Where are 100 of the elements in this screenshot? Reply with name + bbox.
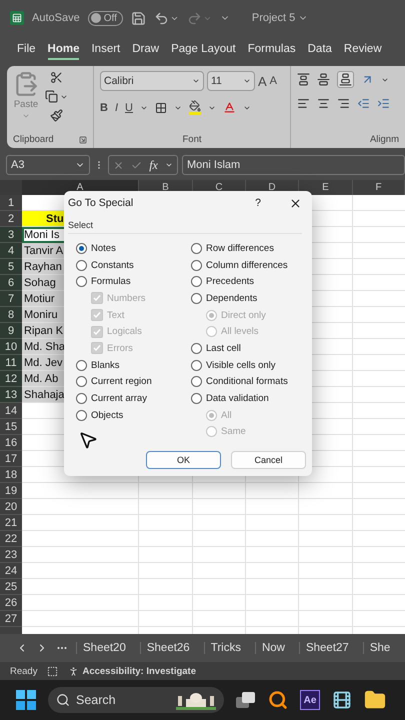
align-top-icon[interactable]: [297, 73, 310, 86]
font-size-dropdown[interactable]: 11: [207, 71, 255, 91]
help-button[interactable]: ?: [255, 197, 261, 209]
radio-button[interactable]: [76, 276, 87, 288]
row-header[interactable]: 5: [0, 259, 22, 275]
increase-indent-icon[interactable]: [377, 97, 390, 110]
format-painter-icon[interactable]: [50, 109, 63, 122]
row-header[interactable]: 11: [0, 355, 22, 371]
row-header[interactable]: 19: [0, 483, 22, 499]
ribbon-tab[interactable]: Data: [308, 40, 332, 60]
radio-button[interactable]: [191, 360, 202, 371]
row-header[interactable]: 21: [0, 515, 22, 531]
cut-icon[interactable]: [50, 71, 63, 84]
insert-function-button[interactable]: fx: [149, 158, 158, 172]
radio-button[interactable]: [76, 410, 87, 421]
font-name-dropdown[interactable]: Calibri: [100, 71, 204, 91]
column-header[interactable]: F: [353, 180, 405, 195]
row-header[interactable]: 10: [0, 339, 22, 355]
radio-button[interactable]: [76, 376, 87, 388]
bold-button[interactable]: B: [100, 102, 108, 114]
row-header[interactable]: 27: [0, 611, 22, 627]
close-icon[interactable]: [289, 196, 302, 210]
align-left-icon[interactable]: [297, 97, 310, 110]
row-header[interactable]: 24: [0, 563, 22, 579]
task-view-icon[interactable]: [236, 692, 256, 708]
ribbon-tab[interactable]: File: [17, 40, 36, 60]
align-center-icon[interactable]: [317, 97, 330, 110]
ribbon-tab[interactable]: Home: [48, 40, 80, 60]
film-icon[interactable]: [332, 690, 352, 710]
sheet-tab[interactable]: Sheet27: [298, 642, 355, 654]
borders-icon[interactable]: [154, 102, 167, 114]
row-header[interactable]: 3: [0, 227, 22, 243]
sheet-tab[interactable]: Now: [254, 642, 291, 654]
row-header[interactable]: 23: [0, 547, 22, 563]
search-field[interactable]: Search: [48, 687, 224, 713]
radio-button[interactable]: [191, 393, 202, 404]
underline-button[interactable]: U: [125, 102, 133, 114]
accessibility-status[interactable]: Accessibility: Investigate: [82, 666, 196, 676]
name-box[interactable]: A3: [6, 155, 90, 175]
row-header[interactable]: 22: [0, 531, 22, 547]
radio-button[interactable]: [191, 376, 202, 388]
align-bottom-button[interactable]: [337, 71, 354, 88]
row-header[interactable]: 1: [0, 195, 22, 211]
sheet-tab[interactable]: She: [362, 642, 396, 654]
radio-button[interactable]: [76, 260, 87, 271]
radio-button[interactable]: [76, 360, 87, 371]
row-header[interactable]: 4: [0, 243, 22, 259]
row-header[interactable]: 6: [0, 275, 22, 291]
save-icon[interactable]: [130, 10, 146, 26]
enter-icon[interactable]: [131, 160, 142, 170]
fill-color-icon[interactable]: [188, 100, 201, 115]
row-header[interactable]: 25: [0, 579, 22, 595]
row-header[interactable]: 15: [0, 419, 22, 435]
radio-button[interactable]: [191, 276, 202, 288]
orientation-icon[interactable]: [361, 73, 374, 86]
sheet-tab[interactable]: Sheet20: [76, 642, 132, 654]
row-header[interactable]: 18: [0, 467, 22, 483]
cancel-icon[interactable]: [113, 160, 124, 170]
sheet-tab[interactable]: Tricks: [204, 642, 247, 654]
ribbon-tab[interactable]: Formulas: [248, 40, 296, 60]
caret-icon[interactable]: [165, 161, 173, 169]
ok-button[interactable]: OK: [146, 451, 221, 469]
ribbon-tab[interactable]: Insert: [91, 40, 120, 60]
radio-button[interactable]: [191, 242, 202, 254]
accessibility-icon[interactable]: [68, 666, 80, 676]
ribbon-tab[interactable]: Page Layout: [171, 40, 236, 60]
radio-button[interactable]: [76, 242, 87, 254]
undo-icon[interactable]: [154, 10, 169, 26]
row-header[interactable]: 12: [0, 371, 22, 387]
start-icon[interactable]: [16, 690, 36, 710]
radio-button[interactable]: [76, 393, 87, 404]
document-title[interactable]: Project 5: [252, 12, 296, 24]
row-header[interactable]: 7: [0, 291, 22, 307]
magnifier-app-icon[interactable]: [268, 690, 288, 710]
ribbon-tab[interactable]: Review: [344, 40, 382, 60]
row-header[interactable]: 16: [0, 435, 22, 451]
radio-button[interactable]: [191, 342, 202, 354]
row-header[interactable]: 26: [0, 595, 22, 611]
shrink-font-button[interactable]: A: [270, 75, 278, 87]
radio-button[interactable]: [191, 260, 202, 271]
grow-font-button[interactable]: A: [258, 74, 267, 88]
font-color-icon[interactable]: [222, 101, 236, 114]
row-header[interactable]: 17: [0, 451, 22, 467]
align-right-icon[interactable]: [337, 97, 350, 110]
row-header[interactable]: 20: [0, 499, 22, 515]
autosave-toggle[interactable]: Off: [88, 10, 123, 26]
ribbon-tab[interactable]: Draw: [132, 40, 160, 60]
radio-button[interactable]: [191, 292, 202, 304]
align-middle-icon[interactable]: [317, 73, 330, 86]
row-header[interactable]: 13: [0, 387, 22, 403]
sheet-tab[interactable]: Sheet26: [140, 642, 196, 654]
row-header[interactable]: 8: [0, 307, 22, 323]
launcher-icon[interactable]: [79, 136, 87, 144]
row-header[interactable]: 2: [0, 211, 22, 227]
italic-button[interactable]: I: [114, 102, 118, 114]
copy-icon[interactable]: [45, 90, 58, 103]
column-header[interactable]: E: [299, 180, 353, 195]
formula-field[interactable]: Moni Islam: [182, 155, 405, 175]
row-header[interactable]: 14: [0, 403, 22, 419]
after-effects-icon[interactable]: Ae: [300, 690, 320, 710]
